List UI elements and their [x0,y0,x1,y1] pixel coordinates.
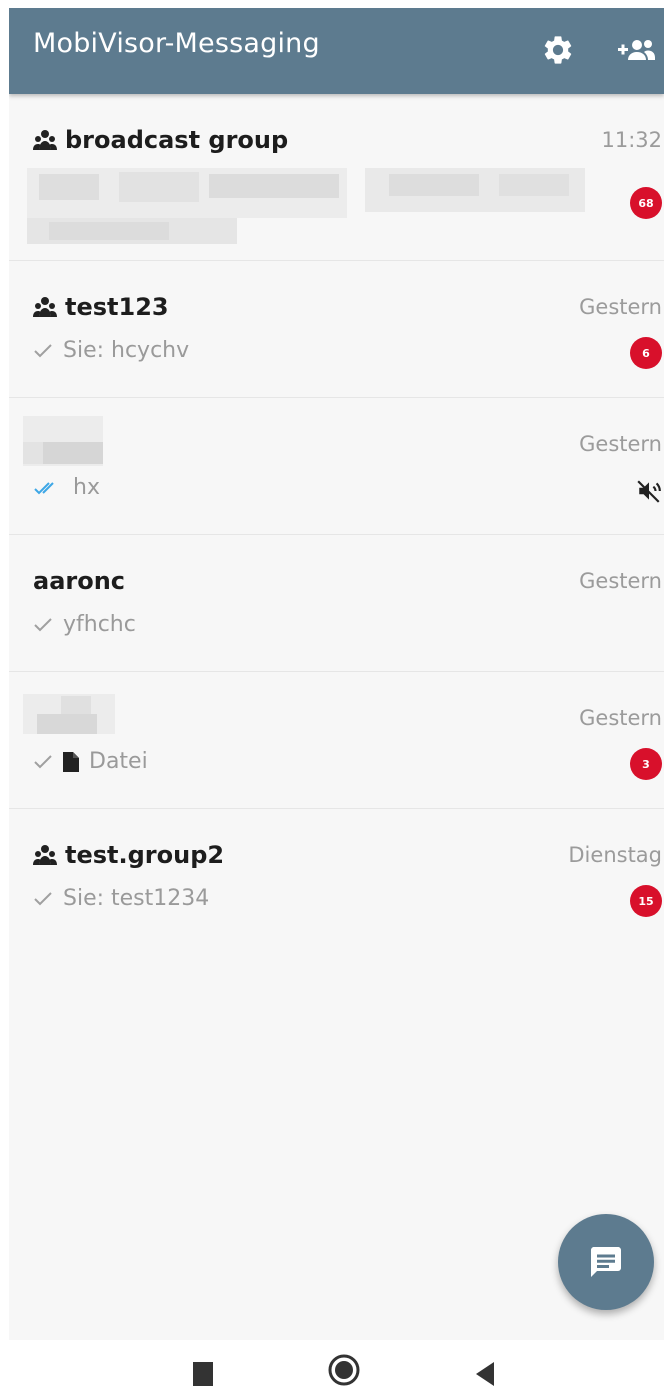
chat-time: Gestern [579,432,662,456]
group-icon [33,297,57,317]
system-nav-bar [0,1340,664,1386]
chat-time: Gestern [579,295,662,319]
chat-name: aaronc [33,567,125,595]
unread-badge: 6 [630,337,662,369]
unread-badge: 68 [630,187,662,219]
sent-check-icon [34,617,52,631]
sent-check-icon [34,343,52,357]
chat-row-redacted-contact[interactable]: Gestern hx [9,398,664,535]
sent-check-icon [34,891,52,905]
muted-icon [637,480,661,503]
recent-apps-icon[interactable] [193,1358,213,1386]
chat-row-aaronc[interactable]: aaronc Gestern yfhchc [9,535,664,672]
sent-check-icon [34,754,52,768]
unread-badge: 15 [630,885,662,917]
gear-icon [544,36,572,64]
settings-button[interactable] [534,26,582,74]
group-icon [33,845,57,865]
chat-name-text: broadcast group [65,126,289,154]
file-icon [63,751,79,772]
app-bar: MobiVisor-Messaging [9,8,664,94]
chat-row-test123[interactable]: test123 Gestern Sie: hcychv 6 [9,261,664,398]
home-icon[interactable] [328,1354,360,1386]
chat-time: 11:32 [601,128,662,152]
chat-name-text: test123 [65,293,169,321]
chat-row-broadcast-group[interactable]: broadcast group 11:32 68 [9,94,664,261]
chat-name-text: aaronc [33,567,126,595]
unread-badge: 3 [630,748,662,780]
chat-preview: hx [33,475,100,500]
chat-preview: yfhchc [33,612,136,637]
app-window: MobiVisor-Messaging broadcast group 11:3… [9,8,664,1340]
chat-preview-text: Sie: test1234 [63,886,210,911]
add-group-icon [618,40,655,60]
chat-list: broadcast group 11:32 68 test123 Gestern… [9,94,664,945]
chat-row-test-group2[interactable]: test.group2 Dienstag Sie: test1234 15 [9,809,664,945]
back-icon[interactable] [474,1358,494,1386]
chat-preview-text: Datei [89,749,148,774]
chat-row-redacted-contact[interactable]: Gestern Datei 3 [9,672,664,809]
read-double-check-icon [34,481,54,494]
chat-icon [591,1247,621,1277]
chat-time: Gestern [579,706,662,730]
chat-time: Dienstag [568,843,662,867]
chat-preview: Sie: hcychv [33,338,189,363]
new-chat-button[interactable] [558,1214,654,1310]
chat-time: Gestern [579,569,662,593]
screen: MobiVisor-Messaging broadcast group 11:3… [0,0,664,1386]
chat-name-text: test.group2 [65,841,225,869]
add-group-button[interactable] [613,26,661,74]
chat-preview: Sie: test1234 [33,886,209,911]
chat-preview-text: yfhchc [63,612,136,637]
chat-preview-text: Sie: hcychv [63,338,190,363]
chat-name: test123 [33,293,169,321]
chat-name: test.group2 [33,841,224,869]
app-title: MobiVisor-Messaging [33,28,320,59]
chat-name: broadcast group [33,126,288,154]
chat-preview-text: hx [73,475,100,500]
group-icon [33,130,57,150]
chat-preview: Datei [33,749,148,774]
